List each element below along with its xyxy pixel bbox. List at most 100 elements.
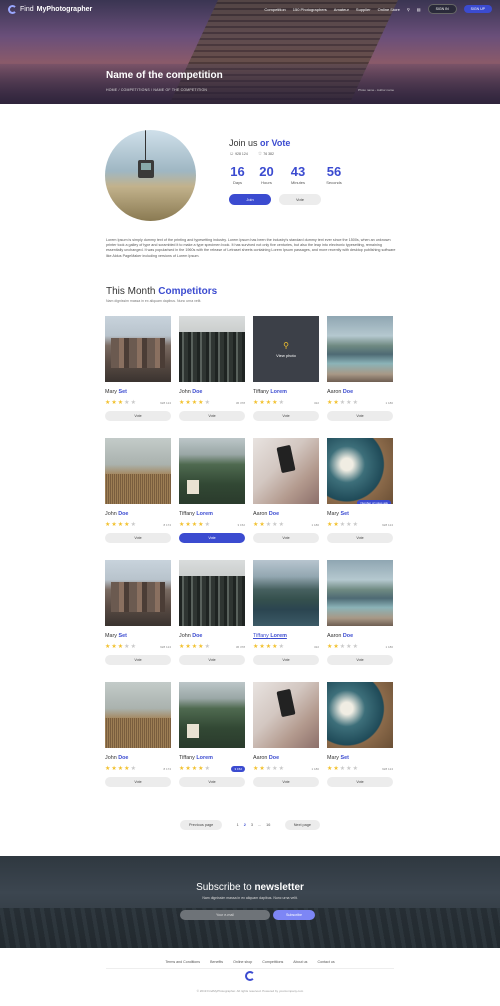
star-icon[interactable]: ★ (198, 643, 203, 650)
star-icon[interactable]: ★ (111, 399, 116, 406)
star-icon[interactable]: ★ (272, 765, 277, 772)
sign-up-button[interactable]: SIGN UP (463, 5, 492, 13)
competitor-photo[interactable] (179, 316, 245, 382)
star-icon[interactable]: ★ (198, 765, 203, 772)
competitor-photo[interactable] (105, 682, 171, 748)
star-icon[interactable]: ★ (105, 765, 110, 772)
competitor-photo[interactable] (253, 438, 319, 504)
competitor-vote-button[interactable]: Vote (105, 533, 171, 543)
star-icon[interactable]: ★ (259, 399, 264, 406)
competitor-vote-button[interactable]: Vote (253, 655, 319, 665)
star-icon[interactable]: ★ (185, 765, 190, 772)
competitor-photo[interactable] (253, 682, 319, 748)
competitor-name[interactable]: Mary Set (327, 511, 393, 517)
competitor-vote-button[interactable]: Vote (105, 777, 171, 787)
star-icon[interactable]: ★ (259, 521, 264, 528)
star-icon[interactable]: ★ (253, 765, 258, 772)
competitor-photo[interactable]: ⚲ View photo (253, 316, 319, 382)
star-icon[interactable]: ★ (272, 643, 277, 650)
nav-item-photographers[interactable]: 150 Photographers (293, 7, 327, 12)
star-icon[interactable]: ★ (111, 643, 116, 650)
competitor-name[interactable]: John Doe (105, 755, 171, 761)
footer-link-about[interactable]: About us (293, 960, 307, 964)
competitor-name[interactable]: Mary Set (105, 389, 171, 395)
star-icon[interactable]: ★ (124, 521, 129, 528)
search-icon[interactable]: ⚲ (407, 7, 410, 12)
footer-link-competitions[interactable]: Competitions (262, 960, 283, 964)
competitor-vote-button[interactable]: Vote (253, 777, 319, 787)
star-icon[interactable]: ★ (340, 643, 345, 650)
competitor-photo[interactable] (327, 682, 393, 748)
star-icon[interactable]: ★ (124, 765, 129, 772)
competitor-vote-button[interactable]: Vote (253, 533, 319, 543)
competitor-photo[interactable] (179, 560, 245, 626)
vote-button[interactable]: Vote (279, 194, 321, 205)
nav-item-online-store[interactable]: Online Store (378, 7, 400, 12)
star-icon[interactable]: ★ (327, 643, 332, 650)
star-icon[interactable]: ★ (179, 643, 184, 650)
competitor-vote-button[interactable]: Vote (105, 411, 171, 421)
star-icon[interactable]: ★ (266, 521, 271, 528)
star-icon[interactable]: ★ (266, 643, 271, 650)
logo[interactable]: Find MyPhotographer (8, 4, 92, 14)
competitor-name[interactable]: Aaron Doe (327, 389, 393, 395)
star-icon[interactable]: ★ (185, 643, 190, 650)
star-icon[interactable]: ★ (205, 399, 210, 406)
star-icon[interactable]: ★ (124, 399, 129, 406)
star-icon[interactable]: ★ (253, 643, 258, 650)
star-icon[interactable]: ★ (253, 399, 258, 406)
star-icon[interactable]: ★ (279, 399, 284, 406)
competitor-photo[interactable] (105, 316, 171, 382)
star-icon[interactable]: ★ (192, 521, 197, 528)
star-icon[interactable]: ★ (333, 643, 338, 650)
page-link[interactable]: 1 (237, 823, 239, 827)
competitor-vote-button[interactable]: Vote (253, 411, 319, 421)
star-icon[interactable]: ★ (346, 399, 351, 406)
competitor-vote-button[interactable]: Vote (179, 655, 245, 665)
star-icon[interactable]: ★ (333, 521, 338, 528)
competitor-vote-button[interactable]: Vote (327, 411, 393, 421)
competitor-name[interactable]: John Doe (105, 511, 171, 517)
competitor-photo[interactable]: Number of votes ask (327, 438, 393, 504)
star-icon[interactable]: ★ (131, 521, 136, 528)
competitor-name[interactable]: Aaron Doe (253, 755, 319, 761)
footer-logo-icon[interactable] (245, 971, 255, 981)
star-icon[interactable]: ★ (185, 521, 190, 528)
star-icon[interactable]: ★ (118, 643, 123, 650)
star-icon[interactable]: ★ (353, 643, 358, 650)
competitor-name[interactable]: John Doe (179, 389, 245, 395)
nav-item-competition[interactable]: Competition (264, 7, 285, 12)
star-icon[interactable]: ★ (279, 521, 284, 528)
star-icon[interactable]: ★ (105, 521, 110, 528)
competitor-name[interactable]: Tiffany Lorem (253, 389, 319, 395)
star-icon[interactable]: ★ (105, 643, 110, 650)
competitor-name[interactable]: Aaron Doe (253, 511, 319, 517)
star-icon[interactable]: ★ (333, 765, 338, 772)
competitor-photo[interactable] (105, 560, 171, 626)
nav-item-supplier[interactable]: Supplier (356, 7, 371, 12)
star-icon[interactable]: ★ (124, 643, 129, 650)
view-photo-overlay[interactable]: ⚲ View photo (253, 316, 319, 382)
star-icon[interactable]: ★ (198, 521, 203, 528)
star-icon[interactable]: ★ (327, 765, 332, 772)
star-icon[interactable]: ★ (346, 765, 351, 772)
page-link-current[interactable]: 2 (244, 823, 246, 827)
competitor-vote-button[interactable]: Vote (105, 655, 171, 665)
star-icon[interactable]: ★ (111, 765, 116, 772)
star-icon[interactable]: ★ (266, 399, 271, 406)
competitor-name[interactable]: Mary Set (105, 633, 171, 639)
star-icon[interactable]: ★ (179, 765, 184, 772)
star-icon[interactable]: ★ (205, 521, 210, 528)
star-icon[interactable]: ★ (353, 399, 358, 406)
star-icon[interactable]: ★ (205, 765, 210, 772)
star-icon[interactable]: ★ (259, 765, 264, 772)
competitor-name[interactable]: Tiffany Lorem (253, 633, 319, 639)
competitor-photo[interactable] (253, 560, 319, 626)
competitor-photo[interactable] (327, 316, 393, 382)
star-icon[interactable]: ★ (279, 643, 284, 650)
star-icon[interactable]: ★ (198, 399, 203, 406)
page-link[interactable]: 16 (266, 823, 270, 827)
footer-link-benefits[interactable]: Benefits (210, 960, 223, 964)
star-icon[interactable]: ★ (192, 643, 197, 650)
star-icon[interactable]: ★ (179, 521, 184, 528)
